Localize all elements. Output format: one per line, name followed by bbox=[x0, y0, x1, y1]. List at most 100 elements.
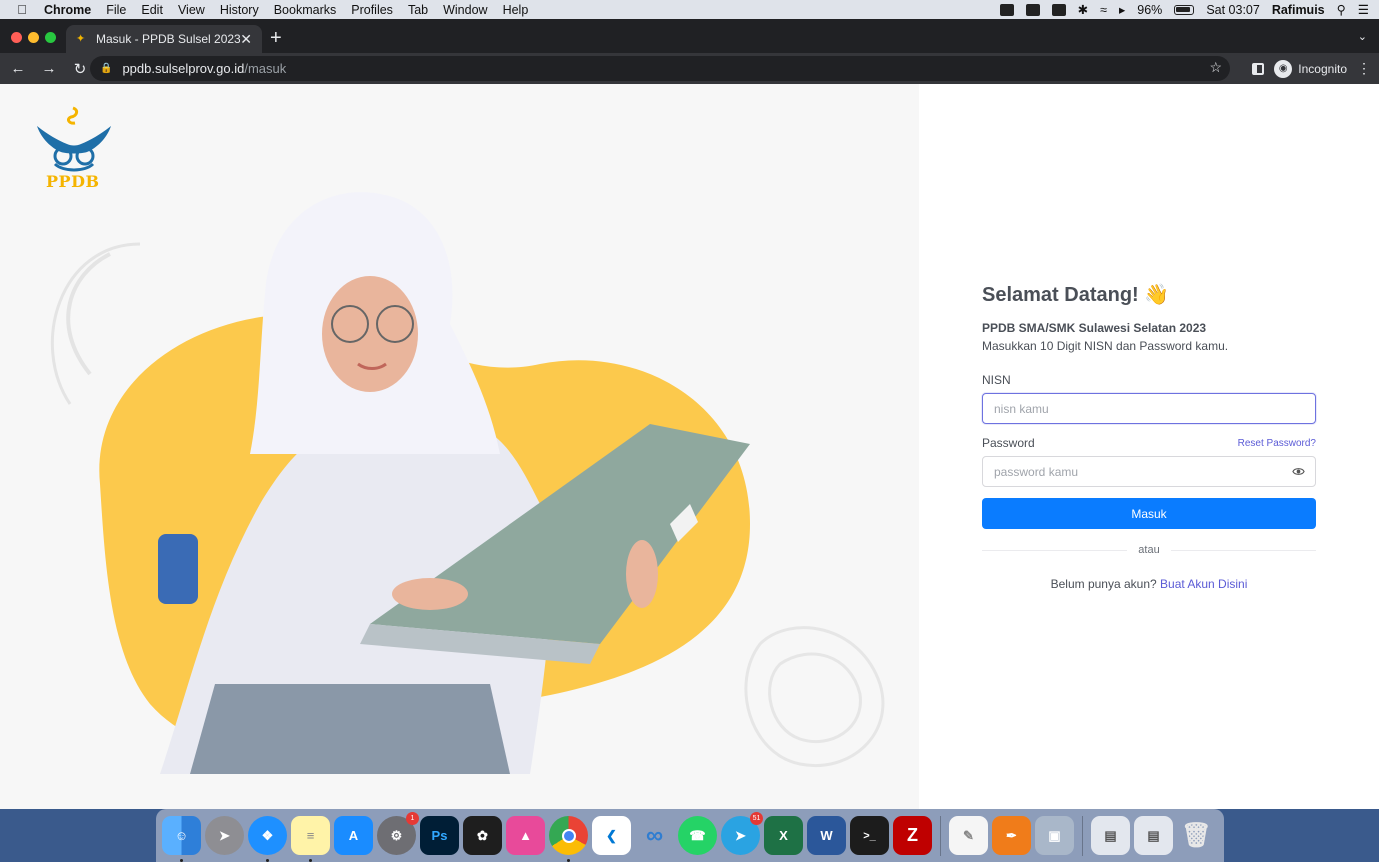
excel-icon[interactable]: X bbox=[764, 816, 803, 855]
telegram-badge: 51 bbox=[750, 812, 763, 825]
menu-help[interactable]: Help bbox=[503, 3, 529, 17]
keyboard-icon[interactable] bbox=[1051, 3, 1066, 16]
login-panel: Selamat Datang! 👋 PPDB SMA/SMK Sulawesi … bbox=[919, 84, 1379, 809]
app-store-icon[interactable]: A bbox=[334, 816, 373, 855]
battery-icon[interactable] bbox=[1174, 4, 1195, 15]
chrome-icon[interactable] bbox=[549, 816, 588, 862]
documents-stack-icon[interactable]: ▤ bbox=[1134, 816, 1173, 855]
form-instruction: Masukkan 10 Digit NISN dan Password kamu… bbox=[982, 339, 1229, 353]
menubar-user[interactable]: Rafimuis bbox=[1272, 3, 1325, 17]
dock-separator bbox=[1082, 815, 1083, 856]
or-divider: atau bbox=[982, 543, 1316, 557]
menu-window[interactable]: Window bbox=[443, 3, 487, 17]
nisn-field-wrapper bbox=[982, 393, 1316, 424]
figma-icon[interactable]: ✿ bbox=[463, 816, 502, 855]
pages-icon[interactable]: ✒ bbox=[992, 816, 1031, 855]
close-window-button[interactable] bbox=[11, 32, 22, 43]
login-page: PPDB Selamat Datang! 👋 PPDB SMA/SMK Sula… bbox=[0, 84, 1379, 809]
browser-window: ✦ Masuk - PPDB Sulsel 2023 ✕ + ⌄ ← → ↻ 🔒… bbox=[0, 19, 1379, 809]
word-icon[interactable]: W bbox=[807, 816, 846, 855]
address-bar[interactable]: 🔒 ppdb.sulselprov.go.id/masuk ☆ bbox=[90, 56, 1230, 81]
menubar-clock[interactable]: Sat 03:07 bbox=[1206, 3, 1260, 17]
terminal-icon[interactable]: >_ bbox=[850, 816, 889, 855]
battery-percent: 96% bbox=[1137, 2, 1163, 17]
reset-password-link[interactable]: Reset Password? bbox=[1238, 438, 1316, 449]
control-center-icon[interactable]: ☰ bbox=[1358, 2, 1369, 17]
divider-text: atau bbox=[1127, 543, 1171, 557]
notification-icon[interactable] bbox=[1025, 3, 1040, 16]
filezilla-icon[interactable]: Z bbox=[893, 816, 932, 855]
nisn-label: NISN bbox=[982, 373, 1011, 387]
menu-history[interactable]: History bbox=[220, 3, 259, 17]
finder-icon[interactable]: ☺ bbox=[162, 816, 201, 862]
incognito-profile-button[interactable]: ◉ Incognito bbox=[1274, 59, 1347, 78]
hero-panel: PPDB bbox=[0, 84, 919, 809]
macos-dock: ☺ ➤ ❖ ≡ A ⚙ 1 Ps ✿ ▲ ❮ ∞ ☎ ➤ 51 X W >_ Z ✎… bbox=[156, 809, 1224, 862]
password-field-wrapper bbox=[982, 456, 1316, 487]
settings-badge: 1 bbox=[406, 812, 419, 825]
toolbar-right: ◉ Incognito ⋮ bbox=[1252, 53, 1371, 84]
site-favicon-icon: ✦ bbox=[76, 33, 86, 45]
launchpad-icon[interactable]: ➤ bbox=[205, 816, 244, 855]
menu-tab[interactable]: Tab bbox=[408, 3, 428, 17]
menu-file[interactable]: File bbox=[106, 3, 126, 17]
incognito-label: Incognito bbox=[1298, 61, 1347, 76]
tab-close-icon[interactable]: ✕ bbox=[240, 31, 252, 48]
vscode-icon[interactable]: ❮ bbox=[592, 816, 631, 855]
password-label: Password bbox=[982, 436, 1035, 450]
create-account-link[interactable]: Buat Akun Disini bbox=[1160, 577, 1247, 591]
trash-icon[interactable]: 🗑 bbox=[1177, 816, 1216, 855]
minimize-window-button[interactable] bbox=[28, 32, 39, 43]
system-preferences-icon[interactable]: ⚙ 1 bbox=[377, 812, 419, 855]
signup-prompt-row: Belum punya akun? Buat Akun Disini bbox=[982, 577, 1316, 591]
password-input[interactable] bbox=[982, 456, 1316, 487]
notes-icon[interactable]: ≡ bbox=[291, 816, 330, 862]
tab-search-chevron-icon[interactable]: ⌄ bbox=[1358, 30, 1367, 43]
status-app-icon[interactable] bbox=[999, 3, 1014, 16]
lock-icon[interactable]: 🔒 bbox=[100, 63, 112, 74]
textedit-icon[interactable]: ✎ bbox=[949, 816, 988, 855]
photoshop-icon[interactable]: Ps bbox=[420, 816, 459, 855]
menubar-status-area: ✱ ≈ ▸ 96% Sat 03:07 Rafimuis ⚲ ☰ bbox=[999, 0, 1369, 19]
spotlight-search-icon[interactable]: ⚲ bbox=[1337, 2, 1346, 17]
new-tab-button[interactable]: + bbox=[270, 27, 282, 49]
nisn-input[interactable] bbox=[982, 393, 1316, 424]
safari-icon[interactable]: ❖ bbox=[248, 816, 287, 862]
tab-active[interactable]: ✦ Masuk - PPDB Sulsel 2023 ✕ bbox=[66, 25, 262, 53]
menu-edit[interactable]: Edit bbox=[141, 3, 163, 17]
menu-view[interactable]: View bbox=[178, 3, 205, 17]
url-host: ppdb.sulselprov.go.id bbox=[122, 61, 245, 76]
zoom-window-button[interactable] bbox=[45, 32, 56, 43]
tab-title: Masuk - PPDB Sulsel 2023 bbox=[96, 32, 241, 46]
preview-icon[interactable]: ▣ bbox=[1035, 816, 1074, 855]
bluetooth-icon[interactable]: ✱ bbox=[1078, 2, 1088, 17]
student-illustration bbox=[50, 192, 885, 774]
menu-bookmarks[interactable]: Bookmarks bbox=[274, 3, 337, 17]
wifi-icon[interactable]: ≈ bbox=[1100, 3, 1107, 17]
forward-button[interactable]: → bbox=[36, 56, 62, 82]
login-form: Selamat Datang! 👋 PPDB SMA/SMK Sulawesi … bbox=[982, 282, 1316, 591]
apple-menu-icon[interactable]:  bbox=[0, 2, 44, 17]
bookmark-star-icon[interactable]: ☆ bbox=[1209, 59, 1222, 76]
signup-prompt: Belum punya akun? bbox=[1050, 577, 1157, 591]
hydra-icon[interactable]: ∞ bbox=[635, 816, 674, 855]
whatsapp-icon[interactable]: ☎ bbox=[678, 816, 717, 855]
incognito-icon: ◉ bbox=[1274, 59, 1293, 78]
telegram-icon[interactable]: ➤ 51 bbox=[721, 812, 763, 855]
tab-strip: ✦ Masuk - PPDB Sulsel 2023 ✕ + ⌄ bbox=[0, 19, 1379, 53]
volume-icon[interactable]: ▸ bbox=[1119, 2, 1125, 17]
welcome-heading: Selamat Datang! 👋 bbox=[982, 284, 1170, 306]
dock-separator bbox=[940, 815, 941, 856]
cleanmymac-icon[interactable]: ▲ bbox=[506, 816, 545, 855]
downloads-stack-icon[interactable]: ▤ bbox=[1091, 816, 1130, 855]
back-button[interactable]: ← bbox=[5, 56, 31, 82]
browser-menu-icon[interactable]: ⋮ bbox=[1357, 60, 1371, 77]
menu-profiles[interactable]: Profiles bbox=[351, 3, 393, 17]
url-path: /masuk bbox=[244, 61, 287, 76]
browser-toolbar: ← → ↻ 🔒 ppdb.sulselprov.go.id/masuk ☆ ◉ … bbox=[0, 53, 1379, 84]
side-panel-icon[interactable] bbox=[1252, 62, 1265, 75]
show-password-eye-icon[interactable] bbox=[1292, 465, 1305, 478]
macos-menubar:  Chrome File Edit View History Bookmark… bbox=[0, 0, 1379, 19]
menu-app-name[interactable]: Chrome bbox=[44, 3, 91, 17]
login-submit-button[interactable]: Masuk bbox=[982, 498, 1316, 529]
